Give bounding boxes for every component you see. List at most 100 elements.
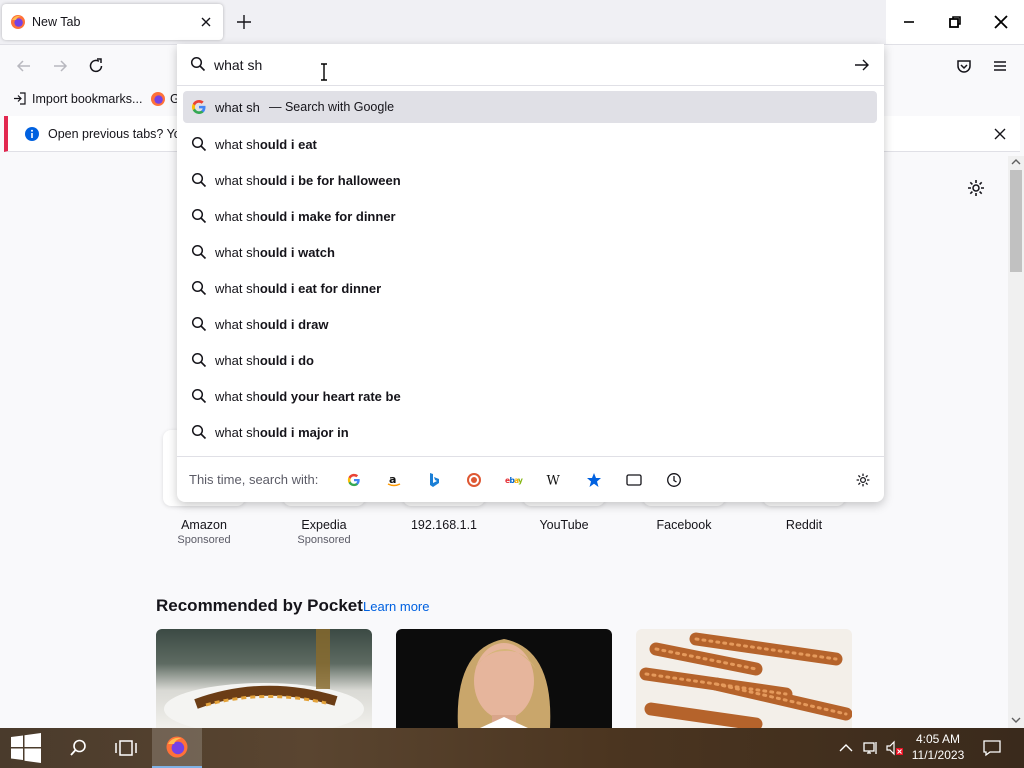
shortcut-label: Amazon [181, 518, 227, 532]
reload-icon[interactable] [85, 55, 107, 77]
google-icon[interactable] [344, 470, 364, 490]
volume-status[interactable] [884, 728, 906, 768]
scrollbar[interactable] [1008, 156, 1024, 728]
search-icon [191, 208, 207, 224]
scroll-down-icon[interactable] [1011, 716, 1021, 724]
wikipedia-icon[interactable]: W [544, 470, 564, 490]
import-bookmarks-link[interactable]: Import bookmarks... [12, 91, 142, 106]
google-query: what sh [215, 100, 260, 115]
suggestion-row[interactable]: what should i make for dinner [183, 200, 877, 232]
one-off-search-bar: This time, search with: a ebay W [177, 456, 884, 502]
google-icon [192, 100, 206, 114]
shortcut-label: Expedia [301, 518, 347, 532]
window-controls [886, 0, 1024, 44]
windows-logo-icon [11, 733, 41, 763]
clock-time: 4:05 AM [915, 732, 961, 746]
suggestion-row[interactable]: what should i draw [183, 308, 877, 340]
tabs-icon[interactable] [624, 470, 644, 490]
bing-icon[interactable] [424, 470, 444, 490]
bookmarks-icon[interactable] [584, 470, 604, 490]
search-icon [190, 56, 206, 72]
clock-date: 11/1/2023 [911, 748, 965, 762]
suggestion-row[interactable]: what should i watch [183, 236, 877, 268]
menu-icon[interactable] [989, 55, 1011, 77]
minimize-icon[interactable] [899, 12, 919, 32]
story-image [639, 632, 852, 728]
urlbar-dropdown: what sh — Search with Google what should… [177, 44, 884, 502]
close-notification-icon[interactable] [992, 126, 1008, 142]
suggestion-text: what should i do [215, 353, 314, 368]
sponsored-label: Sponsored [177, 534, 231, 546]
back-icon[interactable] [13, 55, 35, 77]
ebay-icon[interactable]: ebay [504, 470, 524, 490]
shortcut-label: YouTube [539, 518, 589, 532]
suggestion-row[interactable]: what should i major in [183, 416, 877, 448]
suggestion-row[interactable]: what should i eat for dinner [183, 272, 877, 304]
pocket-story-card[interactable] [156, 629, 372, 728]
taskbar-search-button[interactable] [58, 728, 98, 768]
search-settings-gear-icon[interactable] [853, 470, 873, 490]
task-view-icon [115, 740, 137, 756]
scrollbar-thumb[interactable] [1010, 170, 1022, 272]
search-icon [191, 244, 207, 260]
pocket-story-card[interactable] [636, 629, 852, 728]
import-icon [14, 92, 26, 105]
svg-text:y: y [518, 476, 523, 485]
svg-text:a: a [389, 473, 396, 486]
search-icon [191, 136, 207, 152]
network-status[interactable] [860, 728, 882, 768]
suggestion-row[interactable]: what should i do [183, 344, 877, 376]
search-icon [191, 172, 207, 188]
action-center-button[interactable] [976, 728, 1008, 768]
search-icon [191, 352, 207, 368]
suggestion-text: what should your heart rate be [215, 389, 401, 404]
restore-icon[interactable] [945, 12, 965, 32]
text-cursor-icon [321, 63, 327, 81]
scroll-up-icon[interactable] [1011, 158, 1021, 166]
pocket-learn-more-link[interactable]: Learn more [363, 599, 429, 614]
suggestion-text: what should i eat [215, 137, 317, 152]
bookmark-item[interactable]: G [150, 91, 180, 107]
urlbar [177, 44, 884, 86]
suggestion-row[interactable]: what should your heart rate be [183, 380, 877, 412]
suggestion-text: what should i watch [215, 245, 335, 260]
story-image [164, 629, 364, 728]
import-bookmarks-label: Import bookmarks... [32, 91, 143, 106]
search-icon [191, 316, 207, 332]
taskbar-clock[interactable]: 4:05 AM 11/1/2023 [905, 731, 971, 763]
search-with-label: This time, search with: [189, 472, 319, 487]
title-bar: New Tab [0, 0, 1024, 44]
suggestion-text: what should i draw [215, 317, 329, 332]
start-button[interactable] [0, 728, 52, 768]
notification-text: Open previous tabs? You [48, 127, 188, 141]
pocket-icon[interactable] [953, 55, 975, 77]
network-icon [863, 742, 877, 754]
shortcut-label: Facebook [656, 518, 712, 532]
close-tab-icon[interactable] [198, 14, 214, 30]
tab-new-tab[interactable]: New Tab [2, 4, 223, 40]
taskbar-firefox-button[interactable] [152, 728, 202, 768]
shortcut-label: 192.168.1.1 [410, 518, 478, 532]
close-window-icon[interactable] [991, 12, 1011, 32]
firefox-icon [11, 15, 25, 29]
personalize-gear-icon[interactable] [966, 178, 986, 198]
history-icon[interactable] [664, 470, 684, 490]
forward-icon[interactable] [49, 55, 71, 77]
story-image [457, 639, 551, 728]
amazon-icon[interactable]: a [384, 470, 404, 490]
go-arrow-icon[interactable] [853, 56, 871, 74]
suggestion-row[interactable]: what should i be for halloween [183, 164, 877, 196]
suggestion-row[interactable]: what should i eat [183, 128, 877, 160]
chevron-up-icon [839, 744, 853, 752]
search-with-google-result[interactable]: what sh — Search with Google [183, 91, 877, 123]
pocket-story-card[interactable] [396, 629, 612, 728]
svg-text:W: W [547, 474, 561, 489]
sponsored-label: Sponsored [297, 534, 351, 546]
show-hidden-icons[interactable] [836, 728, 856, 768]
duckduckgo-icon[interactable] [464, 470, 484, 490]
google-suffix: — Search with Google [269, 100, 395, 114]
new-tab-icon[interactable] [234, 12, 254, 32]
urlbar-input[interactable] [214, 54, 814, 76]
task-view-button[interactable] [106, 728, 146, 768]
firefox-icon [151, 92, 165, 106]
